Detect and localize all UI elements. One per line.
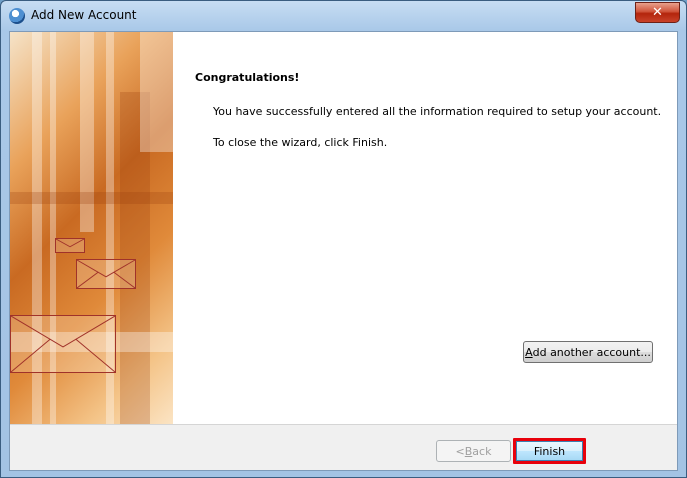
- close-button[interactable]: ✕: [635, 2, 680, 23]
- congratulations-heading: Congratulations!: [195, 71, 300, 84]
- wizard-content: Congratulations! You have successfully e…: [10, 32, 677, 425]
- outlook-icon: [9, 8, 25, 24]
- title-bar[interactable]: Add New Account ✕: [1, 1, 686, 31]
- add-another-label: dd another account...: [532, 345, 651, 359]
- close-instructions: To close the wizard, click Finish.: [213, 136, 388, 149]
- finish-button-face: Finish: [516, 441, 583, 461]
- add-another-mnemonic: A: [525, 345, 533, 359]
- back-button[interactable]: < Back: [436, 440, 511, 462]
- envelope-icon-large: [10, 315, 116, 373]
- finish-label: Finish: [533, 444, 566, 458]
- close-icon: ✕: [652, 5, 663, 20]
- envelope-icon-small: [55, 238, 85, 253]
- add-another-account-button[interactable]: Add another account...: [523, 341, 653, 363]
- back-label: ack: [472, 444, 492, 458]
- wizard-window: Add New Account ✕ Congratulations! You h…: [0, 0, 687, 478]
- success-message: You have successfully entered all the in…: [213, 105, 662, 118]
- wizard-banner-image: [10, 32, 173, 424]
- back-mnemonic: B: [464, 444, 473, 458]
- wizard-client-area: Congratulations! You have successfully e…: [9, 31, 678, 471]
- envelope-icon-medium: [76, 259, 136, 289]
- finish-button[interactable]: Finish: [513, 438, 586, 464]
- window-title: Add New Account: [31, 8, 137, 22]
